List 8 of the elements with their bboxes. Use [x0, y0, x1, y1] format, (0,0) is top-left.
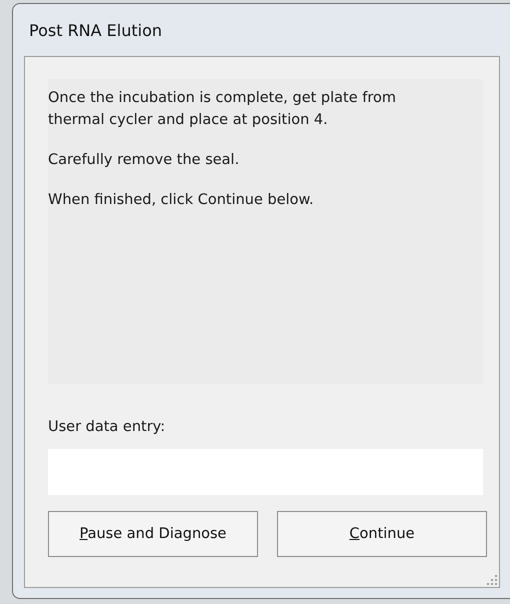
- dialog-button[interactable]: Pause and Diagnose: [48, 511, 258, 557]
- instruction-text: When finished, click Continue below.: [48, 191, 315, 210]
- instruction-text: Carefully remove the seal.: [48, 151, 240, 170]
- dialog-button[interactable]: Continue: [277, 511, 487, 557]
- instruction-text: Once the incubation is complete, get plate from thermal cycler and place at position 4.: [48, 89, 397, 130]
- resize-grip-icon[interactable]: [486, 574, 498, 586]
- field-label: User data entry:: [48, 419, 166, 435]
- window-title: Post RNA Elution: [29, 20, 162, 40]
